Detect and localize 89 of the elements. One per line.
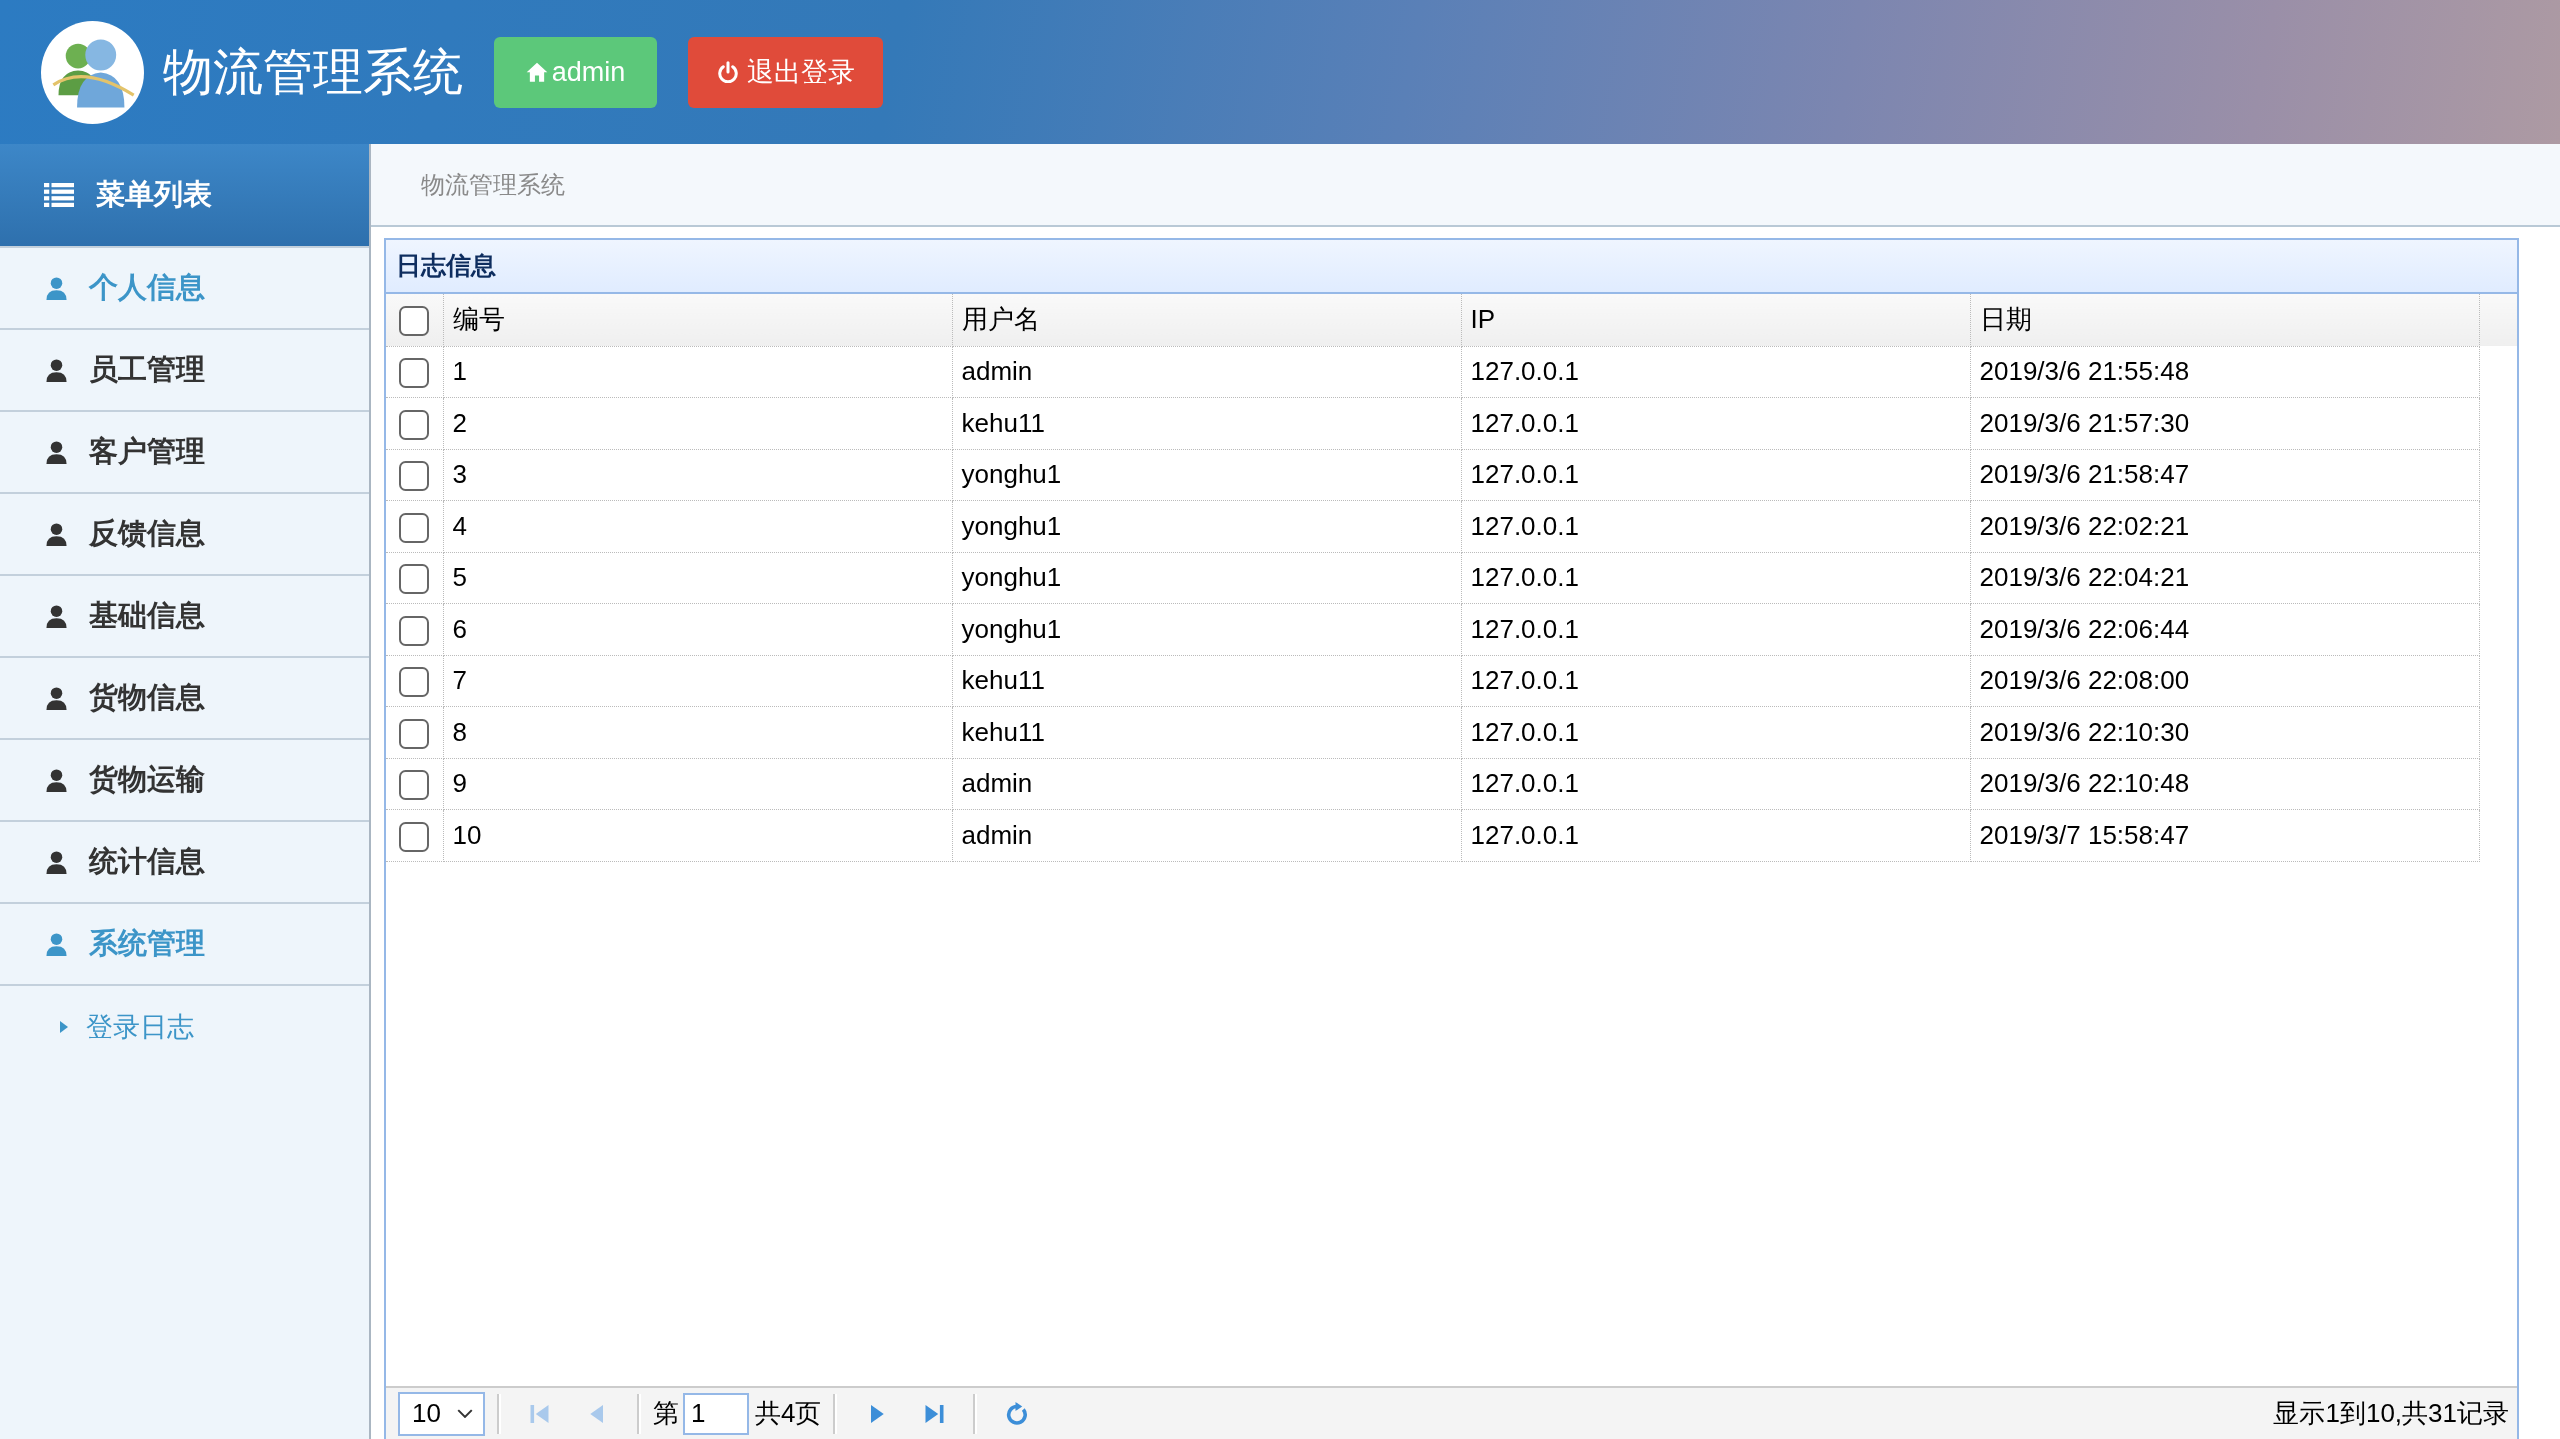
table-cell: yonghu1 [952, 603, 1461, 655]
sidebar-item[interactable]: 反馈信息 [0, 494, 369, 576]
table-cell: 2019/3/6 22:08:00 [1970, 655, 2479, 707]
table-cell: 127.0.0.1 [1461, 706, 1970, 758]
home-icon [525, 61, 548, 83]
row-checkbox[interactable] [399, 409, 430, 440]
table-cell: admin [952, 346, 1461, 398]
row-checkbox[interactable] [399, 821, 430, 852]
table-cell: admin [952, 809, 1461, 861]
table-cell: 127.0.0.1 [1461, 397, 1970, 449]
table-cell: kehu11 [952, 655, 1461, 707]
table-cell: 127.0.0.1 [1461, 758, 1970, 810]
table-cell: yonghu1 [952, 552, 1461, 604]
row-checkbox[interactable] [399, 358, 430, 389]
two-people-logo-icon [41, 20, 144, 124]
table-cell: 127.0.0.1 [1461, 603, 1970, 655]
sidebar-item[interactable]: 基础信息 [0, 576, 369, 658]
table-cell: 2019/3/6 22:10:30 [1970, 706, 2479, 758]
column-header[interactable]: 编号 [443, 294, 952, 346]
table-cell: 1 [443, 346, 952, 398]
row-checkbox[interactable] [399, 667, 430, 698]
table-cell: 10 [443, 809, 952, 861]
row-checkbox[interactable] [399, 461, 430, 492]
select-all-checkbox[interactable] [399, 306, 430, 337]
breadcrumb-text: 物流管理系统 [421, 169, 565, 200]
person-icon [45, 358, 68, 382]
table-cell: yonghu1 [952, 500, 1461, 552]
table-cell: 3 [443, 449, 952, 501]
table-cell: 127.0.0.1 [1461, 346, 1970, 398]
table-cell: 7 [443, 655, 952, 707]
column-header[interactable]: IP [1461, 294, 1970, 346]
person-icon [45, 932, 68, 956]
table-cell: 2 [443, 397, 952, 449]
table-cell: 127.0.0.1 [1461, 809, 1970, 861]
person-icon [45, 604, 68, 628]
table-cell: 127.0.0.1 [1461, 552, 1970, 604]
row-checkbox[interactable] [399, 718, 430, 749]
table-cell: 127.0.0.1 [1461, 449, 1970, 501]
refresh-icon [1005, 1401, 1030, 1426]
logout-button[interactable]: 退出登录 [688, 36, 883, 108]
row-checkbox[interactable] [399, 564, 430, 595]
sidebar-item[interactable]: 客户管理 [0, 412, 369, 494]
table-cell: kehu11 [952, 397, 1461, 449]
row-checkbox[interactable] [399, 512, 430, 543]
table-cell: 2019/3/6 22:02:21 [1970, 500, 2479, 552]
power-icon [716, 61, 739, 83]
person-icon [45, 768, 68, 792]
chevron-down-icon [457, 1409, 473, 1418]
table-cell: 5 [443, 552, 952, 604]
header-filler [2479, 294, 2517, 346]
page-number-input[interactable]: 1 [683, 1392, 749, 1435]
app-title: 物流管理系统 [163, 47, 463, 97]
table-cell: 2019/3/6 21:55:48 [1970, 346, 2479, 398]
table-cell: 2019/3/6 21:58:47 [1970, 449, 2479, 501]
row-checkbox[interactable] [399, 615, 430, 646]
column-header[interactable]: 用户名 [952, 294, 1461, 346]
row-checkbox[interactable] [399, 770, 430, 801]
person-icon [45, 276, 68, 300]
table-cell: 4 [443, 500, 952, 552]
table-cell: 127.0.0.1 [1461, 500, 1970, 552]
person-icon [45, 440, 68, 464]
record-summary: 显示1到10,共31记录 [2273, 1397, 2510, 1430]
table-cell: kehu11 [952, 706, 1461, 758]
person-icon [45, 522, 68, 546]
list-icon [44, 183, 74, 207]
table-cell: yonghu1 [952, 449, 1461, 501]
person-icon [45, 686, 68, 710]
table-cell: 2019/3/7 15:58:47 [1970, 809, 2479, 861]
sidebar-item[interactable]: 货物信息 [0, 658, 369, 740]
sidebar-item[interactable]: 员工管理 [0, 330, 369, 412]
page-label: 第 [653, 1397, 679, 1430]
table-cell: admin [952, 758, 1461, 810]
table-cell: 2019/3/6 22:06:44 [1970, 603, 2479, 655]
menu-title: 菜单列表 [96, 177, 212, 213]
table-cell: 6 [443, 603, 952, 655]
table-cell: 9 [443, 758, 952, 810]
person-icon [45, 850, 68, 874]
caret-right-icon [60, 1021, 68, 1033]
page-size-select[interactable]: 10 [398, 1391, 485, 1436]
page-count-text: 共4页 [755, 1397, 822, 1430]
table-cell: 2019/3/6 22:10:48 [1970, 758, 2479, 810]
column-header[interactable]: 日期 [1970, 294, 2479, 346]
table-cell: 2019/3/6 22:04:21 [1970, 552, 2479, 604]
table-cell: 127.0.0.1 [1461, 655, 1970, 707]
panel-title: 日志信息 [396, 250, 496, 282]
table-cell: 8 [443, 706, 952, 758]
sidebar-item[interactable]: 统计信息 [0, 822, 369, 904]
sidebar-item[interactable]: 货物运输 [0, 740, 369, 822]
table-cell: 2019/3/6 21:57:30 [1970, 397, 2479, 449]
